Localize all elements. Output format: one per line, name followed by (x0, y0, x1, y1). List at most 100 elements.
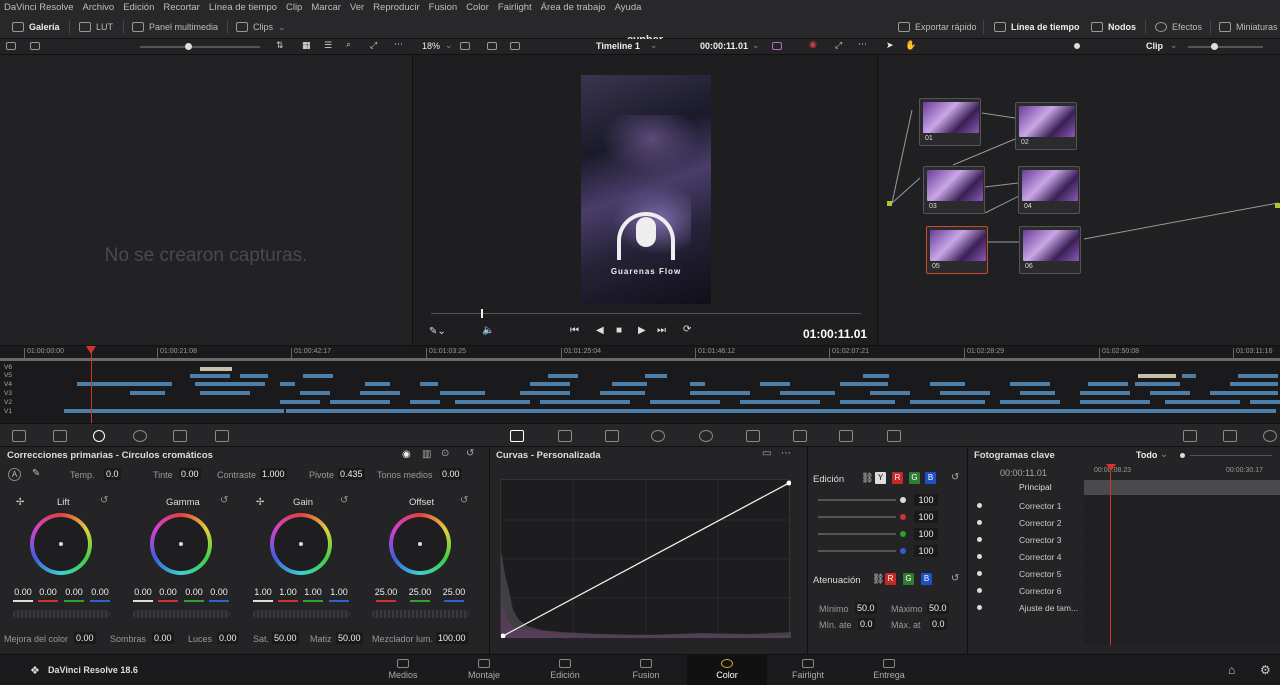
timeline-clip[interactable] (1010, 382, 1050, 386)
hand-icon[interactable]: ✋ (905, 40, 916, 51)
timeline-clip[interactable] (130, 391, 165, 395)
midtones-value[interactable]: 0.00 (440, 468, 462, 480)
offset-master-wheel[interactable] (372, 610, 469, 618)
gain-y[interactable]: 1.00 (252, 587, 274, 597)
gain-reset-icon[interactable]: ↺ (340, 495, 348, 506)
chip-b[interactable]: B (925, 472, 936, 484)
still-grab-icon[interactable] (30, 42, 40, 50)
keyframe-row[interactable]: Ajuste de tam... (968, 599, 1084, 616)
offset-g[interactable]: 25.00 (406, 587, 434, 597)
timeline-clip[interactable] (286, 409, 1276, 413)
curves-more-icon[interactable]: ⋯ (781, 448, 791, 459)
thumbnails-button[interactable]: Miniaturas (1219, 15, 1278, 39)
gain-b[interactable]: 1.00 (328, 587, 350, 597)
curves-icon[interactable] (510, 430, 524, 442)
att-chip-r[interactable]: R (885, 573, 896, 585)
menu-file[interactable]: Archivo (83, 2, 115, 13)
keyframes-playhead-handle[interactable] (1106, 464, 1116, 471)
page-edit[interactable]: Edición (525, 655, 605, 685)
page-deliver[interactable]: Entrega (849, 655, 929, 685)
edit-reset-icon[interactable]: ↺ (951, 472, 959, 483)
loop-icon[interactable]: ⟳ (683, 324, 691, 335)
menu-fairlight[interactable]: Fairlight (498, 2, 532, 13)
timeline-clip[interactable] (1165, 400, 1240, 404)
timeline-clip[interactable] (910, 400, 985, 404)
gain-wheel[interactable] (270, 513, 332, 575)
mini-timeline[interactable]: 01:00:00:00 01:00:21:08 01:00:42:17 01:0… (0, 345, 1280, 424)
menu-edit[interactable]: Edición (123, 2, 154, 13)
timeline-clip[interactable] (420, 382, 438, 386)
edit-r-value[interactable]: 100 (914, 511, 938, 523)
timeline-clip[interactable] (1020, 391, 1055, 395)
temp-value[interactable]: 0.0 (104, 468, 121, 480)
menu-clip[interactable]: Clip (286, 2, 302, 13)
keyframe-row[interactable]: Corrector 3 (968, 531, 1084, 548)
offset-r[interactable]: 25.00 (372, 587, 400, 597)
timeline-clip[interactable] (360, 391, 400, 395)
gallery-zoom-handle[interactable] (185, 43, 192, 50)
lift-b[interactable]: 0.00 (89, 587, 111, 597)
timeline-clip[interactable] (240, 374, 268, 378)
timeline-clip[interactable] (200, 391, 250, 395)
page-color[interactable]: Color (687, 655, 767, 685)
keyframes-main-track[interactable] (1084, 480, 1280, 495)
keyframe-row[interactable]: Corrector 1 (968, 497, 1084, 514)
attenuation-reset-icon[interactable]: ↺ (951, 573, 959, 584)
zoom-chevron-icon[interactable]: ⌄ (445, 40, 453, 51)
lum-mix-value[interactable]: 100.00 (436, 632, 468, 644)
timeline-clip[interactable] (303, 374, 333, 378)
gallery-button[interactable]: Galería (12, 15, 60, 39)
max-value[interactable]: 50.0 (927, 602, 949, 614)
lift-crosshair-icon[interactable]: ✢ (16, 497, 24, 508)
timeline-clip[interactable] (530, 382, 570, 386)
primaries-reset-icon[interactable]: ↺ (466, 448, 474, 459)
primaries-log-icon[interactable]: ⊙ (441, 448, 449, 459)
lift-r[interactable]: 0.00 (37, 587, 59, 597)
gamma-b[interactable]: 0.00 (208, 587, 230, 597)
magic-mask-icon[interactable] (746, 430, 760, 442)
timeline-clip[interactable] (1000, 400, 1060, 404)
primaries-wheels-icon[interactable]: ◉ (402, 449, 411, 460)
timeline-clip[interactable] (740, 400, 820, 404)
window-icon[interactable] (651, 430, 665, 442)
color-warper-icon[interactable] (558, 430, 572, 442)
page-fairlight[interactable]: Fairlight (768, 655, 848, 685)
sort-icon[interactable]: ⇅ (276, 40, 284, 51)
settings-icon[interactable]: ⚙ (1260, 663, 1271, 677)
menu-help[interactable]: Ayuda (615, 2, 642, 13)
timeline-clip[interactable] (1135, 382, 1180, 386)
quick-export-button[interactable]: Exportar rápido (898, 15, 977, 39)
keyframe-row[interactable]: Corrector 4 (968, 548, 1084, 565)
home-icon[interactable]: ⌂ (1228, 663, 1235, 677)
keyframes-icon[interactable] (1183, 430, 1197, 442)
edit-b-value[interactable]: 100 (914, 545, 938, 557)
timeline-clip[interactable] (840, 382, 888, 386)
timeline-clip[interactable] (840, 400, 895, 404)
lift-wheel[interactable] (30, 513, 92, 575)
tint-value[interactable]: 0.00 (179, 468, 201, 480)
timeline-clip[interactable] (1210, 391, 1278, 395)
timeline-clip[interactable] (280, 400, 320, 404)
clip-mode[interactable]: Clip (1146, 41, 1163, 51)
timeline-clip[interactable] (1138, 374, 1176, 378)
timeline-clip[interactable] (520, 391, 570, 395)
keyframes-tracks[interactable] (1084, 495, 1280, 645)
top-timecode[interactable]: 00:00:11.01 (700, 41, 748, 51)
timeline-clip[interactable] (300, 391, 330, 395)
menu-workspace[interactable]: Área de trabajo (541, 2, 606, 13)
playhead[interactable] (91, 346, 92, 424)
timeline-clip[interactable] (1080, 400, 1150, 404)
timeline-clip[interactable] (1080, 391, 1130, 395)
record-icon[interactable]: ◉ (809, 39, 817, 50)
timeline-clip[interactable] (1238, 374, 1278, 378)
timeline-clip[interactable] (690, 391, 750, 395)
search-icon[interactable]: ⌕ (346, 39, 351, 50)
menu-fusion[interactable]: Fusion (429, 2, 458, 13)
chip-y[interactable]: Y (875, 472, 886, 484)
offset-wheel[interactable] (389, 513, 451, 575)
timeline-clip[interactable] (690, 382, 705, 386)
timeline-clip[interactable] (1250, 400, 1280, 404)
timeline-ruler[interactable]: 01:00:00:00 01:00:21:08 01:00:42:17 01:0… (0, 346, 1280, 358)
timeline-toggle-button[interactable]: Línea de tiempo (994, 15, 1080, 39)
timeline-clip[interactable] (940, 391, 990, 395)
